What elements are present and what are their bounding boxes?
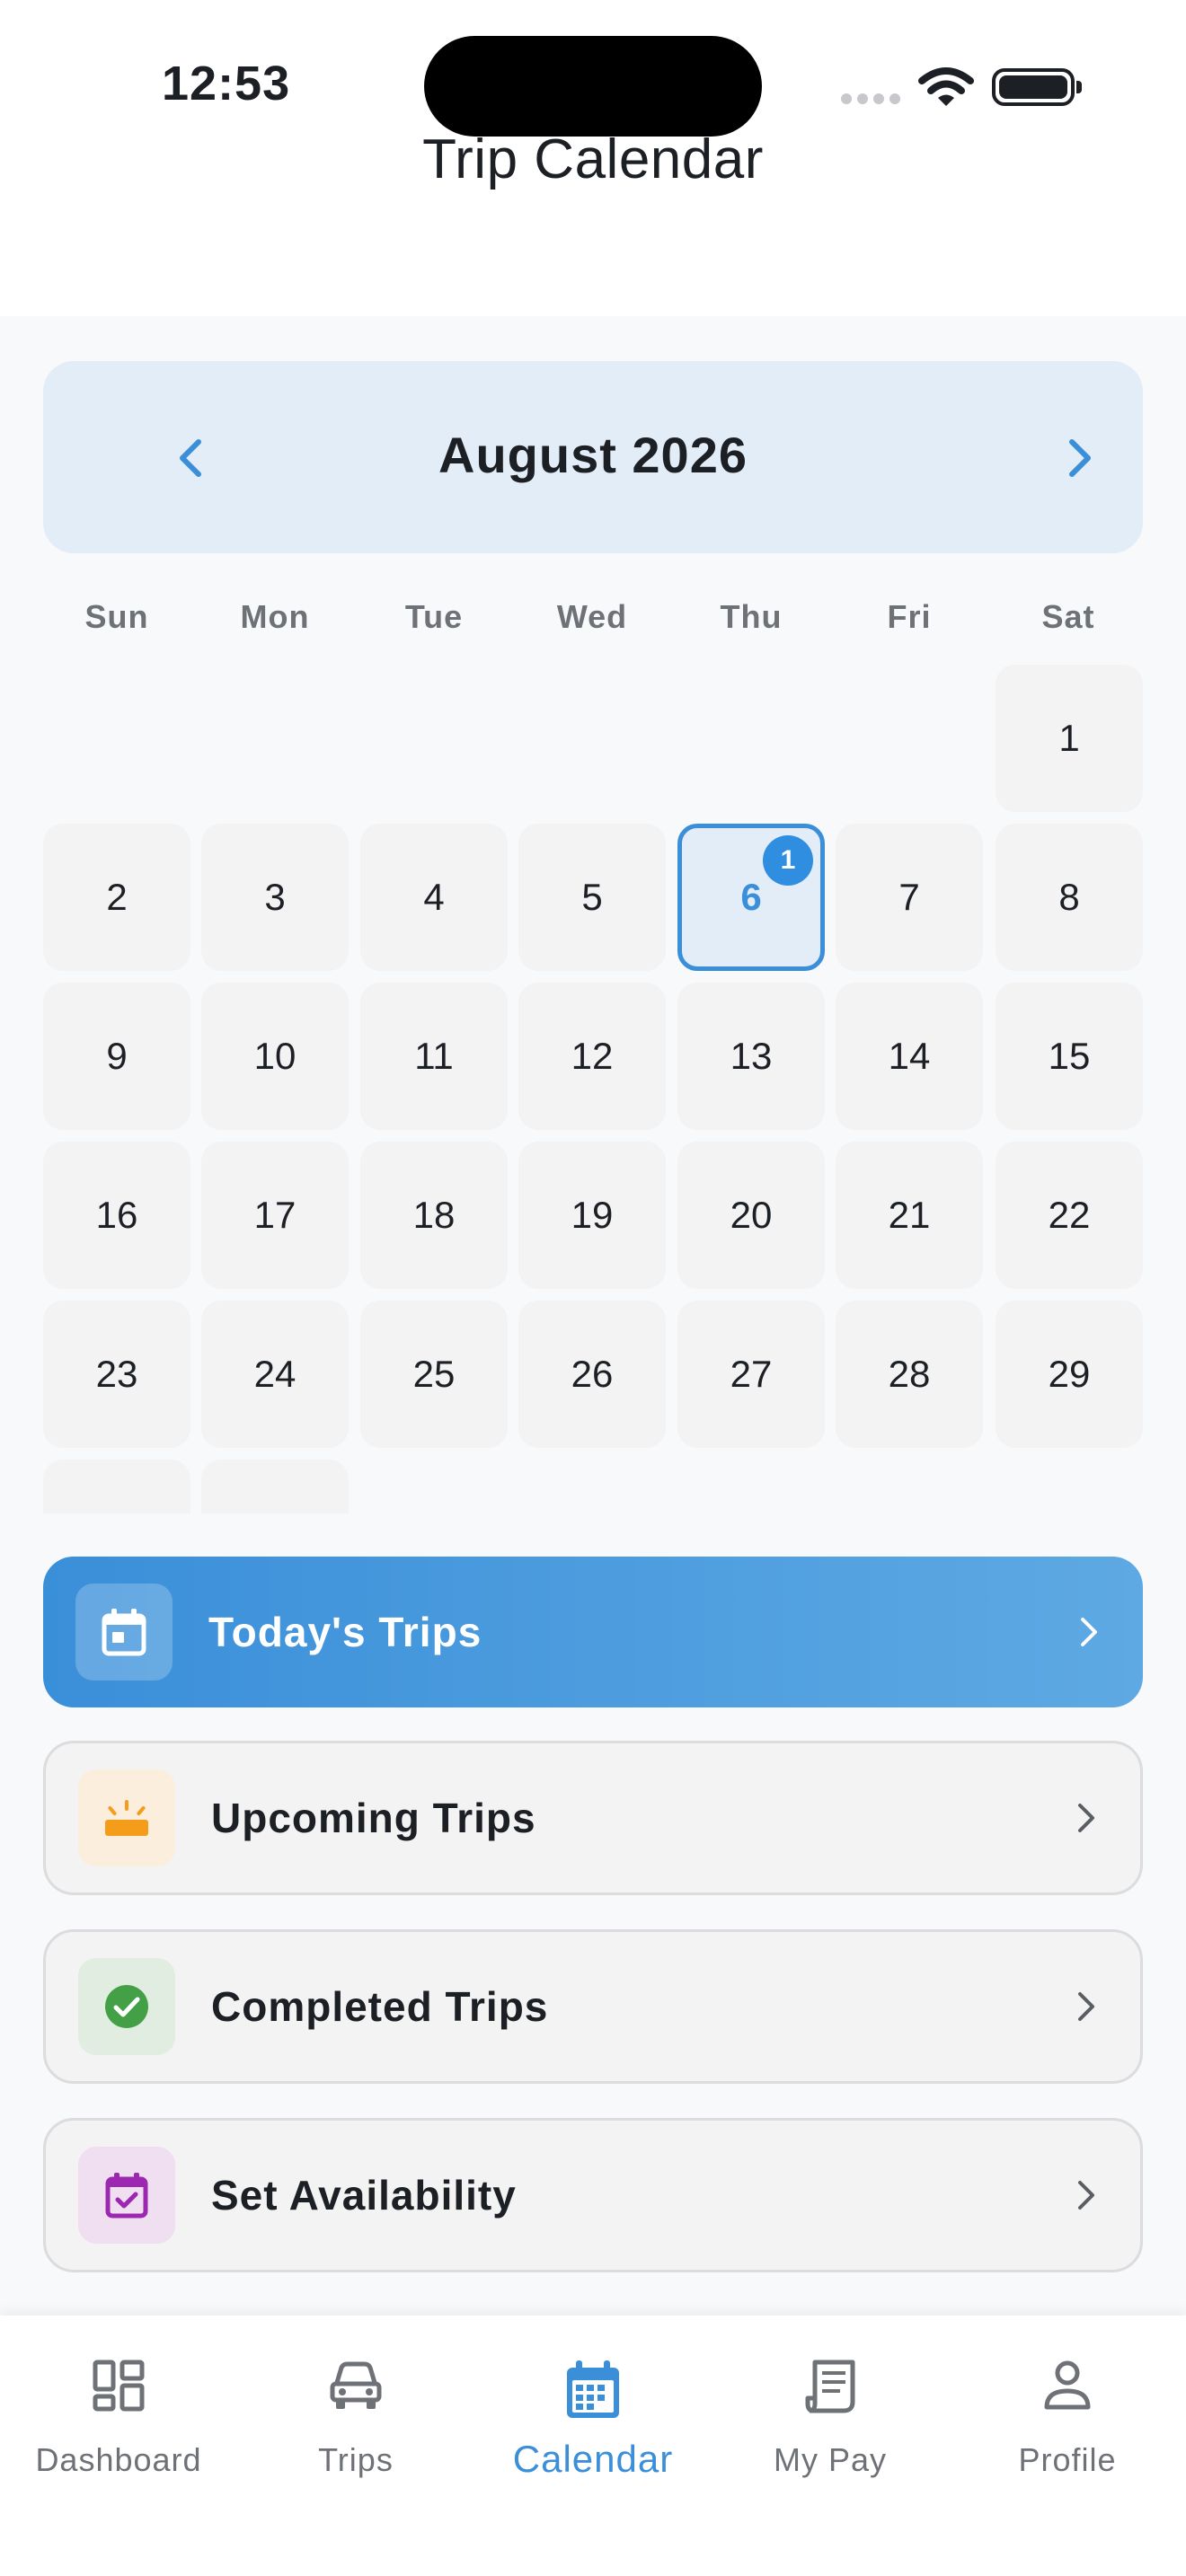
calendar-day[interactable]: 25 [360, 1301, 508, 1448]
todays-trips-label: Today's Trips [208, 1609, 482, 1655]
calendar-day[interactable]: 4 [360, 824, 508, 971]
month-navigator: August 2026 [43, 361, 1143, 553]
calendar-day[interactable]: 18 [360, 1142, 508, 1289]
calendar-day[interactable]: 12 [518, 983, 666, 1130]
calendar-day[interactable]: 14 [836, 983, 983, 1130]
month-label: August 2026 [438, 427, 748, 483]
chevron-right-icon [1071, 1614, 1107, 1650]
chevron-right-icon [1068, 1800, 1104, 1836]
chevron-right-icon [1068, 2177, 1104, 2213]
set-availability-label: Set Availability [211, 2172, 517, 2219]
calendar-day[interactable]: 13 [677, 983, 825, 1130]
completed-trips-label: Completed Trips [211, 1983, 549, 2030]
calendar-day[interactable]: 16 [43, 1142, 190, 1289]
next-month-button[interactable] [1042, 420, 1118, 496]
calendar-day[interactable]: 19 [518, 1142, 666, 1289]
page-title: Trip Calendar [422, 128, 764, 190]
calendar-day[interactable]: 11 [360, 983, 508, 1130]
calendar-check-icon [78, 2147, 175, 2244]
calendar-day[interactable]: 7 [836, 824, 983, 971]
battery-icon [992, 68, 1082, 106]
calendar-day[interactable]: 10 [201, 983, 349, 1130]
weekday-label: Tue [404, 598, 464, 635]
check-circle-icon [78, 1958, 175, 2055]
calendar-day[interactable]: 17 [201, 1142, 349, 1289]
weekday-label: Mon [240, 598, 310, 635]
person-icon [949, 2359, 1186, 2413]
wifi-icon [918, 66, 974, 112]
calendar-day[interactable]: 29 [996, 1301, 1143, 1448]
bottom-navigation: Dashboard Trips Calendar My Pay Profile [0, 2316, 1186, 2576]
calendar-day[interactable]: 21 [836, 1142, 983, 1289]
page-header: Trip Calendar [0, 128, 1186, 316]
weekday-label: Sun [84, 598, 149, 635]
calendar-day[interactable]: 23 [43, 1301, 190, 1448]
calendar-day[interactable]: 27 [677, 1301, 825, 1448]
chevron-right-icon [1069, 439, 1091, 477]
upcoming-trips-label: Upcoming Trips [211, 1795, 536, 1841]
sunrise-icon [78, 1769, 175, 1866]
nav-profile[interactable]: Profile [949, 2342, 1186, 2495]
car-icon [237, 2359, 474, 2413]
calendar-day[interactable]: 15 [996, 983, 1143, 1130]
nav-trips[interactable]: Trips [237, 2342, 474, 2495]
nav-calendar[interactable]: Calendar [474, 2342, 712, 2495]
nav-calendar-label: Calendar [512, 2438, 674, 2480]
nav-my-pay-label: My Pay [773, 2441, 888, 2478]
dynamic-island [424, 36, 762, 137]
calendar-day-clipped[interactable] [43, 1460, 190, 1513]
receipt-icon [712, 2359, 949, 2414]
calendar-day[interactable]: 26 [518, 1301, 666, 1448]
nav-dashboard[interactable]: Dashboard [0, 2342, 237, 2495]
nav-my-pay[interactable]: My Pay [712, 2342, 949, 2495]
calendar-icon [474, 2359, 712, 2422]
dashboard-icon [0, 2359, 237, 2413]
calendar-grid: 1 2 3 4 5 6 1 7 8 9 10 11 12 13 14 15 16… [0, 665, 1186, 1513]
trip-count-badge: 1 [763, 835, 813, 886]
weekday-label: Fri [887, 598, 932, 635]
weekday-header: Sun Mon Tue Wed Thu Fri Sat [43, 598, 1143, 643]
calendar-day[interactable]: 8 [996, 824, 1143, 971]
calendar-day[interactable]: 22 [996, 1142, 1143, 1289]
weekday-label: Wed [556, 598, 628, 635]
calendar-day[interactable]: 28 [836, 1301, 983, 1448]
calendar-day[interactable]: 5 [518, 824, 666, 971]
cellular-signal-icon [841, 93, 900, 104]
calendar-day-selected[interactable]: 6 1 [677, 824, 825, 971]
set-availability-button[interactable]: Set Availability [43, 2118, 1143, 2272]
weekday-label: Thu [720, 598, 783, 635]
upcoming-trips-button[interactable]: Upcoming Trips [43, 1741, 1143, 1895]
calendar-day[interactable]: 24 [201, 1301, 349, 1448]
calendar-day-icon [75, 1584, 173, 1681]
calendar-day[interactable]: 1 [996, 665, 1143, 812]
weekday-label: Sat [1041, 598, 1095, 635]
todays-trips-button[interactable]: Today's Trips [43, 1557, 1143, 1707]
calendar-day[interactable]: 9 [43, 983, 190, 1130]
nav-dashboard-label: Dashboard [35, 2441, 202, 2478]
nav-trips-label: Trips [318, 2441, 394, 2478]
calendar-day[interactable]: 20 [677, 1142, 825, 1289]
completed-trips-button[interactable]: Completed Trips [43, 1929, 1143, 2084]
chevron-right-icon [1068, 1989, 1104, 2025]
calendar-day-clipped[interactable] [201, 1460, 349, 1513]
calendar-day-number: 6 [740, 876, 762, 918]
nav-profile-label: Profile [1018, 2441, 1117, 2478]
calendar-day[interactable]: 3 [201, 824, 349, 971]
calendar-day[interactable]: 2 [43, 824, 190, 971]
status-time: 12:53 [162, 57, 291, 110]
